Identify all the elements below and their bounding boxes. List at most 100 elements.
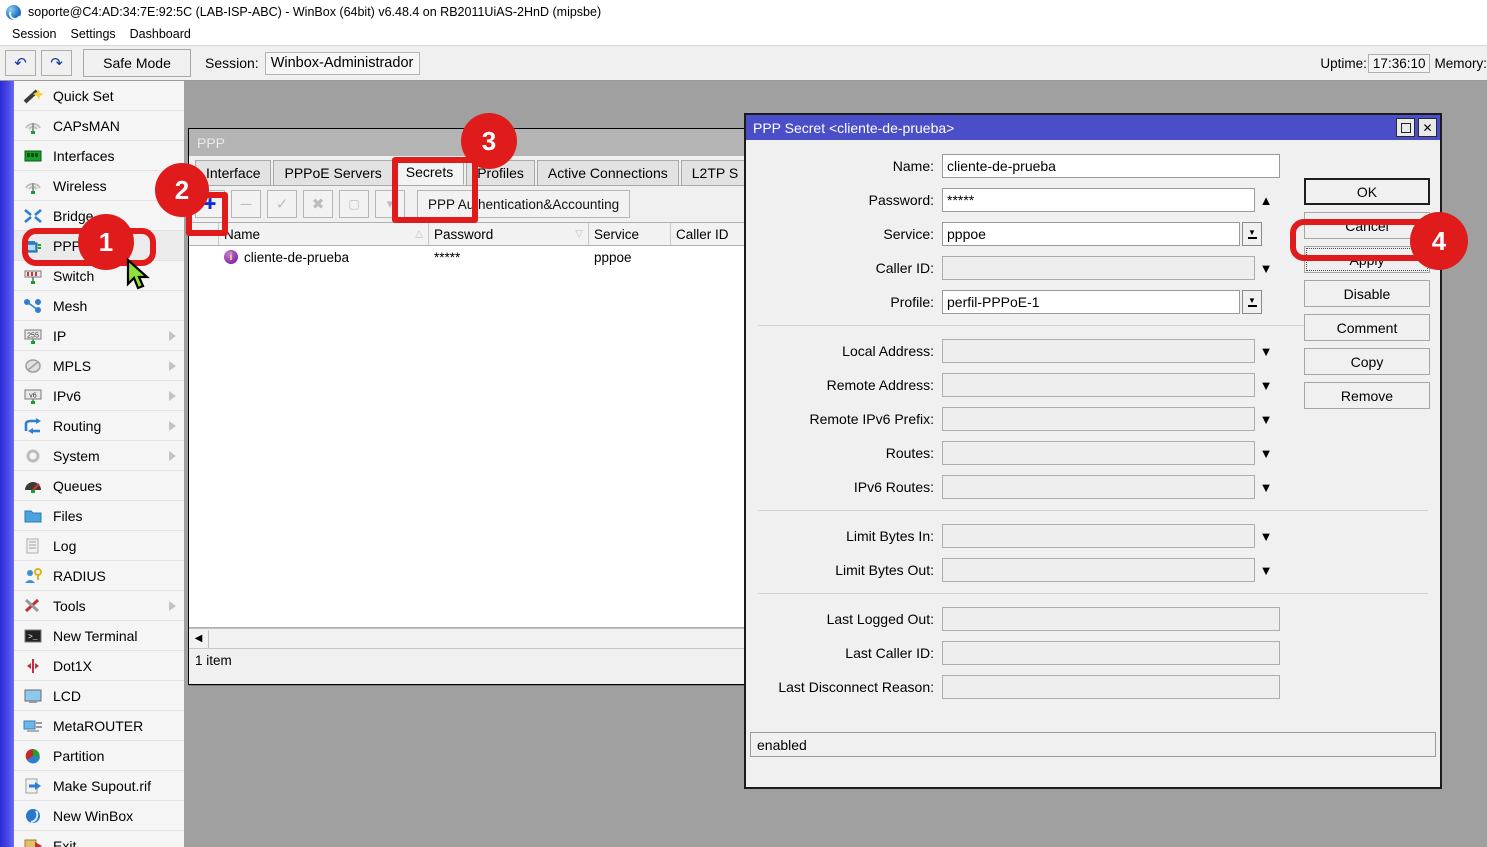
table-row[interactable]: icliente-de-prueba*****pppoe [189,246,747,268]
horizontal-scrollbar[interactable]: ◀ [189,628,747,648]
field-input-remote-ipv6-prefix[interactable] [942,407,1255,431]
field-input-profile[interactable]: perfil-PPPoE-1 [942,290,1240,314]
sidebar-item-dot1x[interactable]: Dot1X [14,651,184,681]
cross-icon[interactable]: ✖ [303,190,333,218]
session-input[interactable]: Winbox-Administrador [265,52,420,75]
sidebar-item-tools[interactable]: Tools [14,591,184,621]
chevron-down-icon[interactable]: ▼ [1255,446,1277,461]
comment-icon[interactable]: ▢ [339,190,369,218]
sidebar-item-queues[interactable]: Queues [14,471,184,501]
redo-arrow-icon[interactable]: ↷ [41,50,72,76]
uptime-value: 17:36:10 [1368,54,1431,73]
chevron-right-icon [169,331,176,341]
remove-button[interactable]: Remove [1304,382,1430,409]
comment-button[interactable]: Comment [1304,314,1430,341]
chevron-down-icon[interactable]: ▼ [1255,261,1277,276]
ipv6-icon: v6 [22,386,44,406]
field-input-last-disconnect-reason[interactable] [942,675,1280,699]
sidebar-item-metarouter[interactable]: MetaROUTER [14,711,184,741]
chevron-down-icon[interactable]: ▼ [1255,378,1277,393]
menu-item-settings[interactable]: Settings [64,26,123,43]
menu-bar: Session Settings Dashboard [0,24,1487,45]
queue-gauge-icon [22,476,44,496]
field-input-last-caller-id[interactable] [942,641,1280,665]
menu-item-session[interactable]: Session [6,26,64,43]
menu-item-dashboard[interactable]: Dashboard [124,26,199,43]
sidebar-item-routing[interactable]: Routing [14,411,184,441]
field-input-last-logged-out[interactable] [942,607,1280,631]
undo-arrow-icon[interactable]: ↶ [5,50,36,76]
button-label: Comment [1337,320,1398,336]
safe-mode-button[interactable]: Safe Mode [83,49,191,77]
chevron-down-icon[interactable]: ▼ [1255,480,1277,495]
col-caller-id[interactable]: Caller ID [671,223,747,245]
copy-button[interactable]: Copy [1304,348,1430,375]
sidebar-item-label: Tools [53,598,86,614]
sidebar-item-label: Files [53,508,83,524]
dropdown-button[interactable]: ▼ [1242,290,1262,314]
chevron-down-icon[interactable]: ▼ [1255,529,1277,544]
chevron-up-icon[interactable]: ▲ [1255,193,1277,208]
chevron-down-icon[interactable]: ▼ [1255,412,1277,427]
sidebar-item-interfaces[interactable]: Interfaces [14,141,184,171]
sidebar-item-log[interactable]: Log [14,531,184,561]
sidebar-item-files[interactable]: Files [14,501,184,531]
minus-icon[interactable]: ─ [231,190,261,218]
field-input-limit-bytes-out[interactable] [942,558,1255,582]
sidebar-item-label: New Terminal [53,628,138,644]
annotation-badge-1-label: 1 [99,227,113,258]
app-toolbar: ↶ ↷ Safe Mode Session: Winbox-Administra… [0,45,1487,81]
scroll-left-icon[interactable]: ◀ [189,630,209,648]
dialog-titlebar[interactable]: PPP Secret <cliente-de-prueba> ✕ [746,115,1440,140]
sidebar-item-mesh[interactable]: Mesh [14,291,184,321]
field-input-local-address[interactable] [942,339,1255,363]
field-input-name[interactable]: cliente-de-prueba [942,154,1280,178]
sidebar-item-capsman[interactable]: CAPsMAN [14,111,184,141]
dialog-window-buttons: ✕ [1396,118,1440,137]
item-count-label: 1 item [195,653,232,668]
info-icon: i [224,250,238,264]
sidebar-item-new-winbox[interactable]: New WinBox [14,801,184,831]
col-password[interactable]: Password ▽ [429,223,589,245]
tab-pppoe-servers[interactable]: PPPoE Servers [273,160,392,185]
field-input-caller-id[interactable] [942,256,1255,280]
sidebar-item-make-supout-rif[interactable]: Make Supout.rif [14,771,184,801]
sidebar-item-partition[interactable]: Partition [14,741,184,771]
field-input-routes[interactable] [942,441,1255,465]
sidebar-item-new-terminal[interactable]: >_ New Terminal [14,621,184,651]
mpls-tag-icon [22,356,44,376]
chevron-down-icon[interactable]: ▼ [1255,563,1277,578]
sidebar-item-system[interactable]: System [14,441,184,471]
col-service[interactable]: Service [589,223,671,245]
dropdown-button[interactable]: ▼ [1242,222,1262,246]
field-label-caller-id: Caller ID: [746,260,942,276]
tab-label: L2TP S [692,165,738,181]
tab-active-connections[interactable]: Active Connections [537,160,679,185]
sidebar-item-ipv6[interactable]: v6IPv6 [14,381,184,411]
sidebar-item-quick-set[interactable]: Quick Set [14,81,184,111]
check-icon[interactable]: ✓ [267,190,297,218]
svg-text:>_: >_ [28,633,38,642]
sidebar-item-ip[interactable]: 255IP [14,321,184,351]
field-input-remote-address[interactable] [942,373,1255,397]
sidebar-item-mpls[interactable]: MPLS [14,351,184,381]
dropdown-underline [1248,237,1257,239]
antenna-icon [22,116,44,136]
chevron-down-icon[interactable]: ▼ [1255,344,1277,359]
field-input-limit-bytes-in[interactable] [942,524,1255,548]
close-icon[interactable]: ✕ [1418,118,1437,137]
tab-l2tp-s[interactable]: L2TP S [681,160,749,185]
disable-button[interactable]: Disable [1304,280,1430,307]
sidebar-item-lcd[interactable]: LCD [14,681,184,711]
sidebar-item-exit[interactable]: Exit [14,831,184,847]
sidebar-item-radius[interactable]: RADIUS [14,561,184,591]
col-name[interactable]: Name △ [219,223,429,245]
ok-button[interactable]: OK [1304,178,1430,205]
annotation-badge-2: 2 [155,163,209,217]
secrets-table-header: Name △ Password ▽ Service Caller ID [189,222,747,246]
maximize-icon[interactable] [1396,118,1415,137]
field-input-service[interactable]: pppoe [942,222,1240,246]
field-input-ipv6-routes[interactable] [942,475,1255,499]
sidebar-item-label: MPLS [53,358,91,374]
field-input-password[interactable]: ***** [942,188,1255,212]
